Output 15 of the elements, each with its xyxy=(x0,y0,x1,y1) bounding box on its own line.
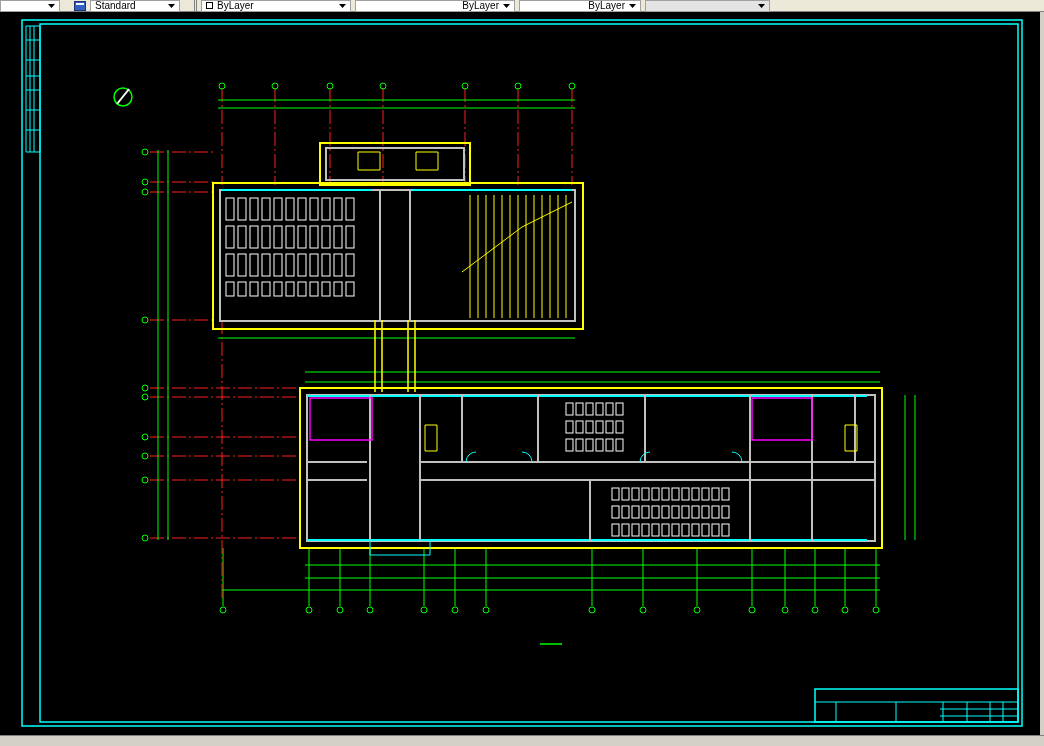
dropdown[interactable]: Standard xyxy=(90,0,180,12)
caret-icon xyxy=(503,3,510,8)
dropdown[interactable]: ByLayer xyxy=(519,0,641,12)
color-swatch-icon xyxy=(206,2,213,9)
dropdown[interactable]: ByLayer xyxy=(201,0,351,12)
caret-icon xyxy=(339,3,346,8)
dropdown[interactable] xyxy=(0,0,60,12)
caret-icon xyxy=(168,3,175,8)
caret-icon xyxy=(629,3,636,8)
drawing-title-underline xyxy=(539,643,563,645)
caret-icon xyxy=(758,3,765,8)
caret-icon xyxy=(48,3,55,8)
text-style-icon xyxy=(74,0,86,11)
north-arrow-icon xyxy=(113,87,133,107)
dropdown[interactable]: ByLayer xyxy=(355,0,515,12)
